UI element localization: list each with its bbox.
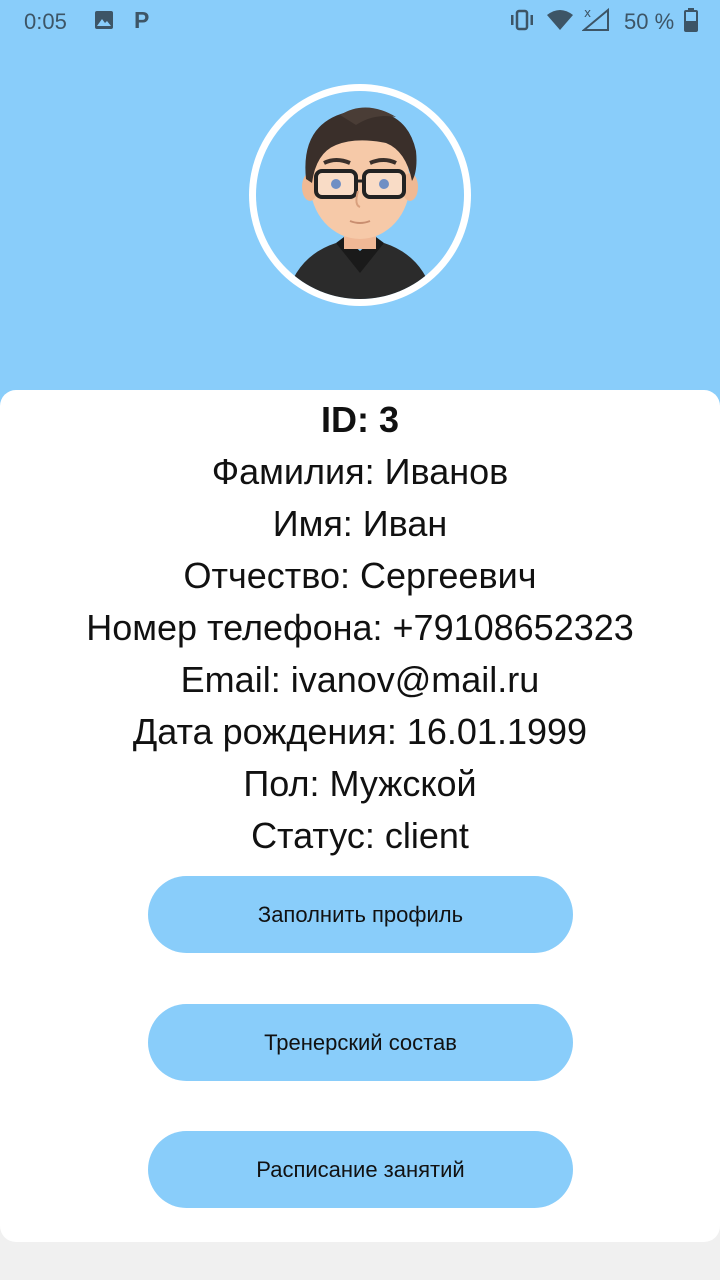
schedule-button[interactable]: Расписание занятий xyxy=(148,1131,573,1208)
profile-email: Email: ivanov@mail.ru xyxy=(180,659,540,700)
profile-phone: Номер телефона: +79108652323 xyxy=(86,607,634,648)
battery-percent: 50 % xyxy=(624,9,675,34)
status-bar: 0:05 P x 50 % xyxy=(0,0,720,44)
status-time: 0:05 xyxy=(24,9,67,34)
battery-icon xyxy=(684,8,698,32)
profile-patronymic: Отчество: Сергеевич xyxy=(183,555,537,596)
trainers-button[interactable]: Тренерский состав xyxy=(148,1004,573,1081)
wifi-icon xyxy=(547,10,573,30)
profile-birth-date: Дата рождения: 16.01.1999 xyxy=(132,711,588,752)
avatar-frame xyxy=(249,84,471,306)
avatar[interactable] xyxy=(256,91,464,299)
profile-first-name: Имя: Иван xyxy=(272,503,448,544)
profile-header: 0:05 P x 50 % xyxy=(0,0,720,420)
profile-id: ID: 3 xyxy=(320,399,399,440)
image-icon xyxy=(95,11,113,29)
profile-card: ID: 3 Фамилия: Иванов Имя: Иван Отчество… xyxy=(0,390,720,1242)
vibrate-icon xyxy=(511,9,533,31)
fill-profile-button[interactable]: Заполнить профиль xyxy=(148,876,573,953)
profile-gender: Пол: Мужской xyxy=(243,763,477,804)
signal-icon: x xyxy=(582,6,609,31)
profile-last-name: Фамилия: Иванов xyxy=(211,451,509,492)
svg-text:x: x xyxy=(584,6,591,20)
avatar-illustration xyxy=(286,107,434,299)
p-icon: P xyxy=(134,7,150,33)
profile-status: Статус: client xyxy=(251,815,469,856)
